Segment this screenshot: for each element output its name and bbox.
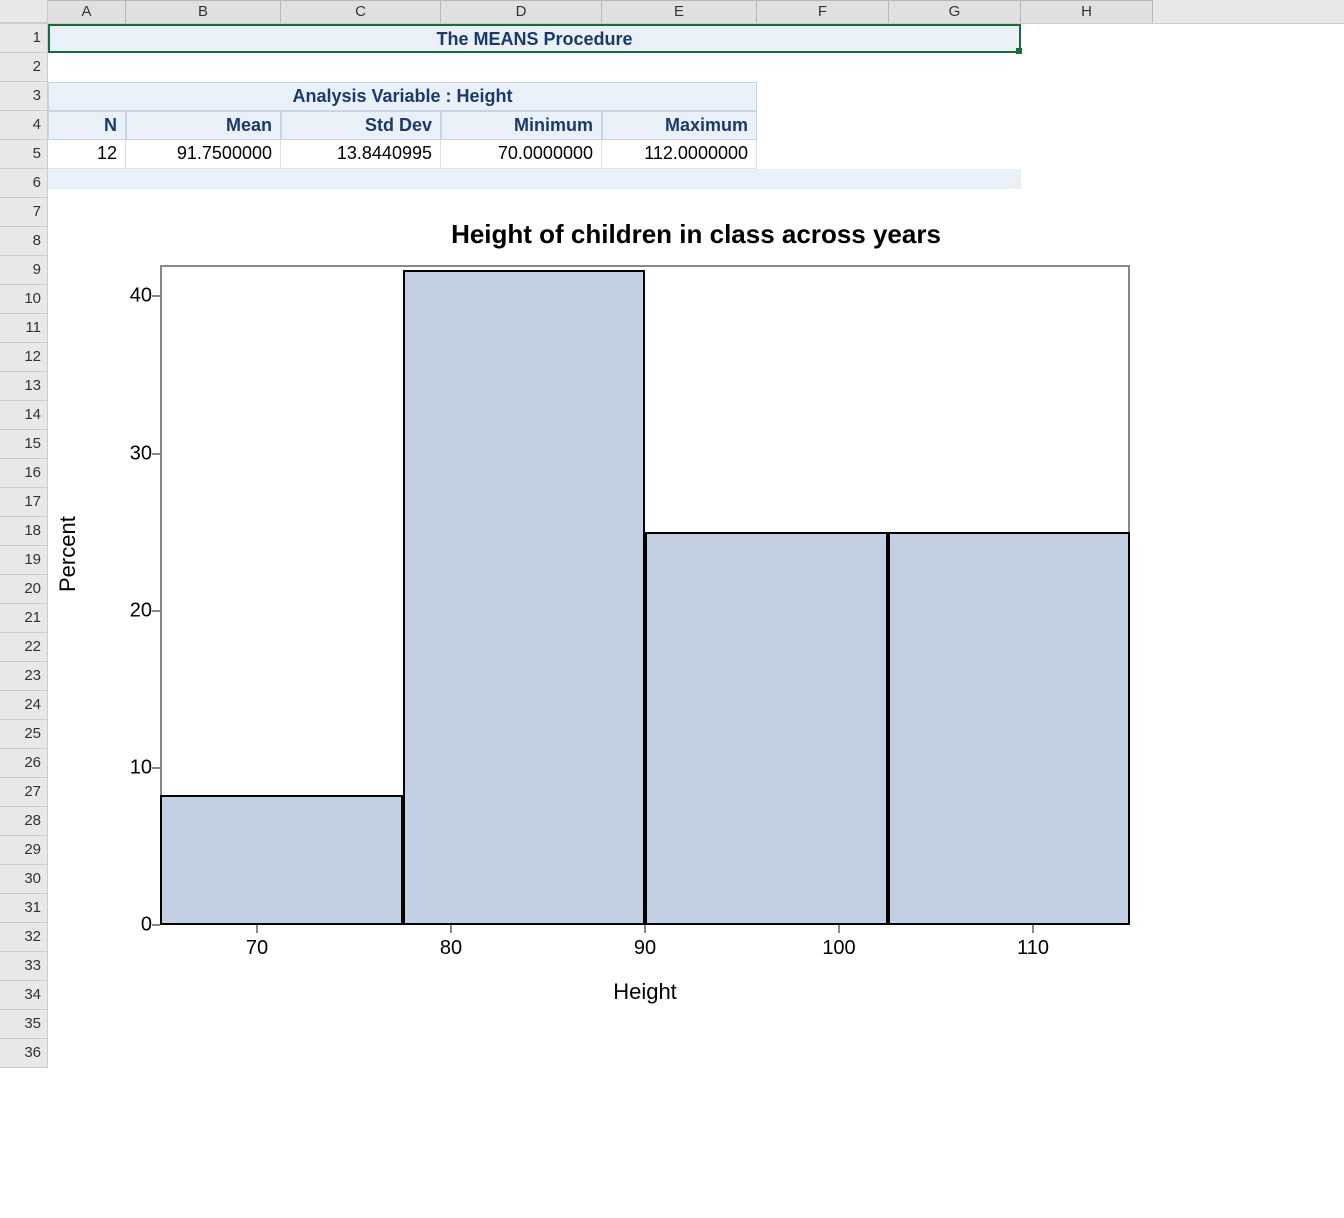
col-header-G[interactable]: G bbox=[889, 0, 1021, 23]
row-header-10[interactable]: 10 bbox=[0, 285, 48, 314]
stat-header-n[interactable]: N bbox=[48, 111, 126, 140]
row-header-24[interactable]: 24 bbox=[0, 691, 48, 720]
col-header-C[interactable]: C bbox=[281, 0, 441, 23]
y-tick-label: 10 bbox=[98, 756, 152, 779]
chart-title: Height of children in class across years bbox=[48, 219, 1344, 250]
x-tick-mark bbox=[644, 925, 646, 933]
col-header-F[interactable]: F bbox=[757, 0, 889, 23]
stat-value-n[interactable]: 12 bbox=[48, 140, 126, 169]
stat-header-mean[interactable]: Mean bbox=[126, 111, 281, 140]
row-header-33[interactable]: 33 bbox=[0, 952, 48, 981]
row-header-8[interactable]: 8 bbox=[0, 227, 48, 256]
stats-header-row: N Mean Std Dev Minimum Maximum bbox=[48, 111, 757, 140]
analysis-header-text: Analysis Variable : Height bbox=[292, 86, 512, 106]
row-header-30[interactable]: 30 bbox=[0, 865, 48, 894]
histogram-bar bbox=[888, 532, 1131, 925]
row-header-20[interactable]: 20 bbox=[0, 575, 48, 604]
x-tick-label: 90 bbox=[634, 937, 656, 960]
y-tick-mark bbox=[152, 924, 160, 926]
row-header-1[interactable]: 1 bbox=[0, 24, 48, 53]
histogram-bar bbox=[160, 795, 403, 925]
y-tick-mark bbox=[152, 295, 160, 297]
x-tick-mark bbox=[256, 925, 258, 933]
x-tick-label: 100 bbox=[822, 937, 855, 960]
selection-handle[interactable] bbox=[1016, 48, 1022, 54]
row-header-23[interactable]: 23 bbox=[0, 662, 48, 691]
row-header-7[interactable]: 7 bbox=[0, 198, 48, 227]
row-header-27[interactable]: 27 bbox=[0, 778, 48, 807]
title-text: The MEANS Procedure bbox=[436, 29, 632, 49]
stats-value-row: 12 91.7500000 13.8440995 70.0000000 112.… bbox=[48, 140, 757, 169]
row-header-15[interactable]: 15 bbox=[0, 430, 48, 459]
row-header-31[interactable]: 31 bbox=[0, 894, 48, 923]
row-header-34[interactable]: 34 bbox=[0, 981, 48, 1010]
y-tick-mark bbox=[152, 453, 160, 455]
row-header-21[interactable]: 21 bbox=[0, 604, 48, 633]
x-tick-mark bbox=[450, 925, 452, 933]
row-header-32[interactable]: 32 bbox=[0, 923, 48, 952]
y-tick-mark bbox=[152, 610, 160, 612]
x-tick-label: 110 bbox=[1017, 937, 1049, 960]
row-header-13[interactable]: 13 bbox=[0, 372, 48, 401]
stat-value-max[interactable]: 112.0000000 bbox=[602, 140, 757, 169]
x-tick-mark bbox=[1032, 925, 1034, 933]
row-header-28[interactable]: 28 bbox=[0, 807, 48, 836]
row-header-25[interactable]: 25 bbox=[0, 720, 48, 749]
x-tick-label: 80 bbox=[440, 937, 462, 960]
y-tick-label: 40 bbox=[98, 285, 152, 308]
stat-value-min[interactable]: 70.0000000 bbox=[441, 140, 602, 169]
row-header-36[interactable]: 36 bbox=[0, 1039, 48, 1068]
col-header-H[interactable]: H bbox=[1021, 0, 1153, 23]
y-tick-mark bbox=[152, 767, 160, 769]
column-header-row: A B C D E F G H bbox=[0, 0, 1344, 24]
row-header-12[interactable]: 12 bbox=[0, 343, 48, 372]
title-cell[interactable]: The MEANS Procedure bbox=[48, 24, 1021, 53]
y-axis-label: Percent bbox=[55, 516, 81, 592]
x-axis-label: Height bbox=[160, 979, 1130, 1005]
col-header-E[interactable]: E bbox=[602, 0, 757, 23]
histogram-bar bbox=[403, 270, 646, 925]
row-header-11[interactable]: 11 bbox=[0, 314, 48, 343]
row-header-18[interactable]: 18 bbox=[0, 517, 48, 546]
stat-value-mean[interactable]: 91.7500000 bbox=[126, 140, 281, 169]
row-header-3[interactable]: 3 bbox=[0, 82, 48, 111]
row6-empty-bg bbox=[48, 169, 1021, 189]
row-header-14[interactable]: 14 bbox=[0, 401, 48, 430]
row-header-5[interactable]: 5 bbox=[0, 140, 48, 169]
stat-header-min[interactable]: Minimum bbox=[441, 111, 602, 140]
row-header-19[interactable]: 19 bbox=[0, 546, 48, 575]
stat-value-stddev[interactable]: 13.8440995 bbox=[281, 140, 441, 169]
row-header-4[interactable]: 4 bbox=[0, 111, 48, 140]
chart-container: Height of children in class across years… bbox=[48, 189, 1344, 1199]
row-header-26[interactable]: 26 bbox=[0, 749, 48, 778]
row-header-6[interactable]: 6 bbox=[0, 169, 48, 198]
row-header-16[interactable]: 16 bbox=[0, 459, 48, 488]
y-tick-label: 0 bbox=[98, 914, 152, 937]
x-tick-label: 70 bbox=[246, 937, 268, 960]
y-tick-label: 20 bbox=[98, 599, 152, 622]
sheet-area[interactable]: The MEANS Procedure Analysis Variable : … bbox=[48, 24, 1344, 1218]
row-header-column: 1234567891011121314151617181920212223242… bbox=[0, 24, 48, 1068]
row-header-22[interactable]: 22 bbox=[0, 633, 48, 662]
row-header-35[interactable]: 35 bbox=[0, 1010, 48, 1039]
analysis-variable-header[interactable]: Analysis Variable : Height bbox=[48, 82, 757, 111]
col-header-D[interactable]: D bbox=[441, 0, 602, 23]
stat-header-max[interactable]: Maximum bbox=[602, 111, 757, 140]
col-header-A[interactable]: A bbox=[48, 0, 126, 23]
row-header-2[interactable]: 2 bbox=[0, 53, 48, 82]
row-header-29[interactable]: 29 bbox=[0, 836, 48, 865]
stat-header-stddev[interactable]: Std Dev bbox=[281, 111, 441, 140]
y-tick-label: 30 bbox=[98, 442, 152, 465]
row-header-9[interactable]: 9 bbox=[0, 256, 48, 285]
corner-cell[interactable] bbox=[0, 0, 48, 23]
histogram-bar bbox=[645, 532, 888, 925]
x-tick-mark bbox=[838, 925, 840, 933]
row-header-17[interactable]: 17 bbox=[0, 488, 48, 517]
col-header-B[interactable]: B bbox=[126, 0, 281, 23]
